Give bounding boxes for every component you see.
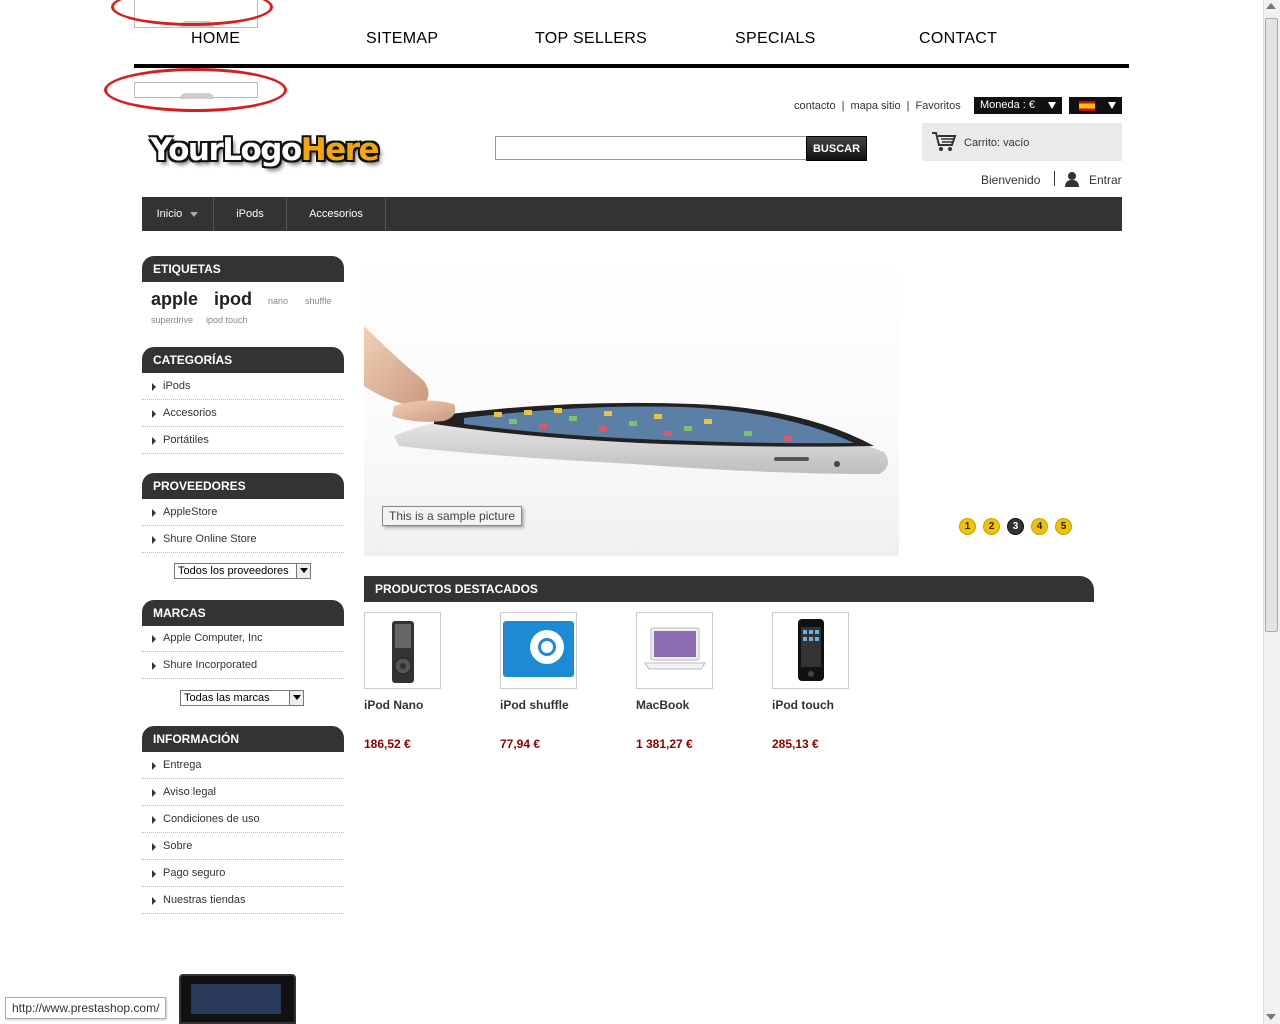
menu-item-inicio[interactable]: Inicio [142, 197, 214, 231]
macbook-picture [644, 627, 706, 670]
nav-specials[interactable]: SPECIALS [735, 30, 816, 48]
brand-item[interactable]: Apple Computer, Inc [142, 625, 344, 652]
product-name[interactable]: iPod Nano [364, 698, 423, 712]
logo-text-accent: Here [300, 132, 380, 168]
ipod-nano-picture [392, 621, 414, 683]
product-name[interactable]: MacBook [636, 698, 689, 712]
category-item[interactable]: iPods [142, 373, 344, 400]
logo-text-main: YourLogo [150, 132, 302, 168]
tag-ipod[interactable]: ipod [214, 289, 252, 310]
product-price: 77,94 € [500, 737, 541, 751]
nav-top-sellers[interactable]: TOP SELLERS [535, 30, 647, 48]
category-item[interactable]: Accesorios [142, 400, 344, 427]
brands-select-value: Todas las marcas [184, 692, 270, 704]
scrollbar-thumb[interactable] [1265, 18, 1278, 632]
product-price: 1 381,27 € [636, 737, 693, 751]
slide-page-1[interactable]: 1 [959, 518, 976, 535]
category-item[interactable]: Portátiles [142, 427, 344, 454]
tag-superdrive[interactable]: superdrive [151, 315, 193, 325]
scroll-down-icon[interactable] [1266, 1014, 1276, 1020]
nav-contact[interactable]: CONTACT [919, 30, 997, 48]
slide-page-4[interactable]: 4 [1031, 518, 1048, 535]
brands-block-title: MARCAS [142, 600, 344, 626]
product-image[interactable] [772, 612, 849, 689]
user-icon [1065, 172, 1079, 187]
currency-selector[interactable]: Moneda : € [974, 97, 1062, 114]
tag-apple[interactable]: apple [151, 289, 198, 310]
brands-select[interactable]: Todas las marcas [180, 690, 304, 706]
menu-item-ipods[interactable]: iPods [214, 197, 287, 231]
chevron-down-icon [296, 564, 310, 578]
tags-block-title: ETIQUETAS [142, 256, 344, 282]
search-input[interactable] [495, 136, 807, 160]
prestashop-banner-image[interactable] [179, 974, 296, 1024]
product-image[interactable] [636, 612, 713, 689]
top-navigation: HOME SITEMAP TOP SELLERS SPECIALS CONTAC… [134, 28, 1129, 68]
tag-ipod-touch[interactable]: ipod touch [206, 315, 248, 325]
nav-home[interactable]: HOME [191, 30, 240, 48]
link-favoritos[interactable]: Favoritos [915, 100, 960, 112]
supplier-item[interactable]: Shure Online Store [142, 526, 344, 553]
suppliers-block-title: PROVEEDORES [142, 473, 344, 499]
product-price: 186,52 € [364, 737, 411, 751]
search-button[interactable]: BUSCAR [806, 136, 867, 161]
product-name[interactable]: iPod shuffle [500, 698, 569, 712]
login-link[interactable]: Entrar [1089, 173, 1122, 187]
welcome-text: Bienvenido [981, 173, 1041, 187]
ipod-touch-picture [798, 619, 824, 681]
featured-products-title: PRODUCTOS DESTACADOS [364, 576, 1094, 602]
browser-status-bar: http://www.prestashop.com/ [5, 997, 167, 1019]
spain-flag-icon [1079, 101, 1095, 111]
main-menu: Inicio iPods Accesorios [142, 197, 1122, 231]
product-price: 285,13 € [772, 737, 819, 751]
tag-shuffle[interactable]: shuffle [305, 296, 331, 306]
chevron-down-icon [1048, 102, 1056, 109]
menu-item-accesorios[interactable]: Accesorios [287, 197, 386, 231]
store-logo[interactable]: YourLogoHere [150, 132, 380, 168]
nav-sitemap[interactable]: SITEMAP [366, 30, 438, 48]
tag-nano[interactable]: nano [268, 296, 288, 306]
slide-caption: This is a sample picture [382, 506, 523, 526]
info-item[interactable]: Nuestras tiendas [142, 887, 344, 914]
link-contacto[interactable]: contacto [794, 100, 836, 112]
suppliers-select-value: Todos los proveedores [178, 565, 289, 577]
brand-item[interactable]: Shure Incorporated [142, 652, 344, 679]
information-block-title: INFORMACIÓN [142, 726, 344, 752]
language-selector[interactable] [1069, 97, 1122, 114]
info-item[interactable]: Condiciones de uso [142, 806, 344, 833]
menu-item-label: Inicio [156, 208, 183, 220]
scroll-up-icon[interactable] [1266, 3, 1276, 9]
product-image[interactable] [500, 612, 577, 689]
annotation-ellipse-middle [104, 68, 287, 112]
ipod-shuffle-picture [503, 621, 574, 677]
slide-page-2[interactable]: 2 [983, 518, 1000, 535]
supplier-item[interactable]: AppleStore [142, 499, 344, 526]
chevron-down-icon [190, 211, 199, 217]
categories-block-title: CATEGORÍAS [142, 347, 344, 373]
cart-icon [932, 132, 957, 151]
header-links: contacto | mapa sitio | Favoritos [794, 100, 961, 112]
info-item[interactable]: Pago seguro [142, 860, 344, 887]
product-name[interactable]: iPod touch [772, 698, 834, 712]
slide-page-3[interactable]: 3 [1007, 518, 1024, 535]
info-item[interactable]: Entrega [142, 752, 344, 779]
product-image[interactable] [364, 612, 441, 689]
slide-page-5[interactable]: 5 [1055, 518, 1072, 535]
divider [1054, 171, 1055, 186]
cart-block[interactable]: Carrito: vacío [922, 123, 1122, 161]
currency-label: Moneda : € [980, 99, 1036, 111]
cart-label: Carrito: vacío [964, 137, 1030, 149]
chevron-down-icon [289, 691, 303, 705]
chevron-down-icon [1108, 102, 1116, 109]
info-item[interactable]: Sobre [142, 833, 344, 860]
link-mapa-sitio[interactable]: mapa sitio [850, 100, 900, 112]
info-item[interactable]: Aviso legal [142, 779, 344, 806]
suppliers-select[interactable]: Todos los proveedores [174, 563, 311, 579]
